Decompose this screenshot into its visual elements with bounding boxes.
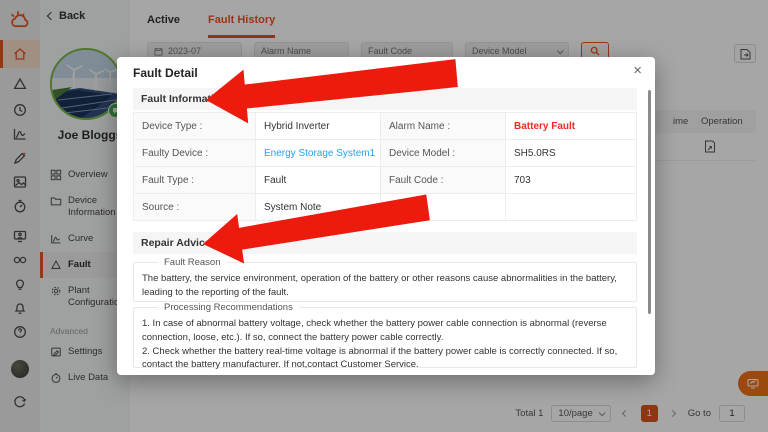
info-label: Fault Code : — [381, 167, 506, 194]
close-icon[interactable]: × — [633, 63, 642, 78]
info-value: Hybrid Inverter — [256, 113, 381, 140]
info-label: Faulty Device : — [134, 140, 256, 167]
fault-reason-label: Fault Reason — [158, 257, 227, 268]
processing-item-1: 1. In case of abnormal battery voltage, … — [142, 318, 607, 343]
fault-detail-modal: Fault Detail × Fault Information Device … — [117, 57, 655, 375]
modal-title: Fault Detail — [133, 66, 198, 80]
info-label: Source : — [134, 194, 256, 221]
info-empty-cell — [506, 194, 637, 221]
info-label: Device Type : — [134, 113, 256, 140]
fault-info-table: Device Type : Hybrid Inverter Alarm Name… — [133, 112, 637, 221]
processing-item-2: 2. Check whether the battery real-time v… — [142, 345, 618, 371]
info-label: Fault Type : — [134, 167, 256, 194]
section-repair-advice: Repair Advice — [133, 232, 637, 254]
info-value: System Note — [256, 194, 381, 221]
alarm-name-value: Battery Fault — [506, 113, 637, 140]
info-value: SH5.0RS — [506, 140, 637, 167]
processing-recommendations-label: Processing Recommendations — [158, 302, 299, 313]
info-empty-cell — [381, 194, 506, 221]
fault-reason-text: The battery, the service environment, op… — [142, 273, 617, 298]
info-label: Device Model : — [381, 140, 506, 167]
fault-reason-box: Fault Reason The battery, the service en… — [133, 257, 637, 302]
faulty-device-link[interactable]: Energy Storage System1 — [256, 140, 381, 167]
app-root: Back Joe Bloggs Overview Device Informat… — [0, 0, 768, 432]
info-value: Fault — [256, 167, 381, 194]
info-label: Alarm Name : — [381, 113, 506, 140]
processing-recommendations-box: Processing Recommendations 1. In case of… — [133, 302, 637, 370]
info-value: 703 — [506, 167, 637, 194]
modal-scrollbar[interactable] — [648, 90, 651, 314]
section-fault-information: Fault Information — [133, 88, 637, 110]
